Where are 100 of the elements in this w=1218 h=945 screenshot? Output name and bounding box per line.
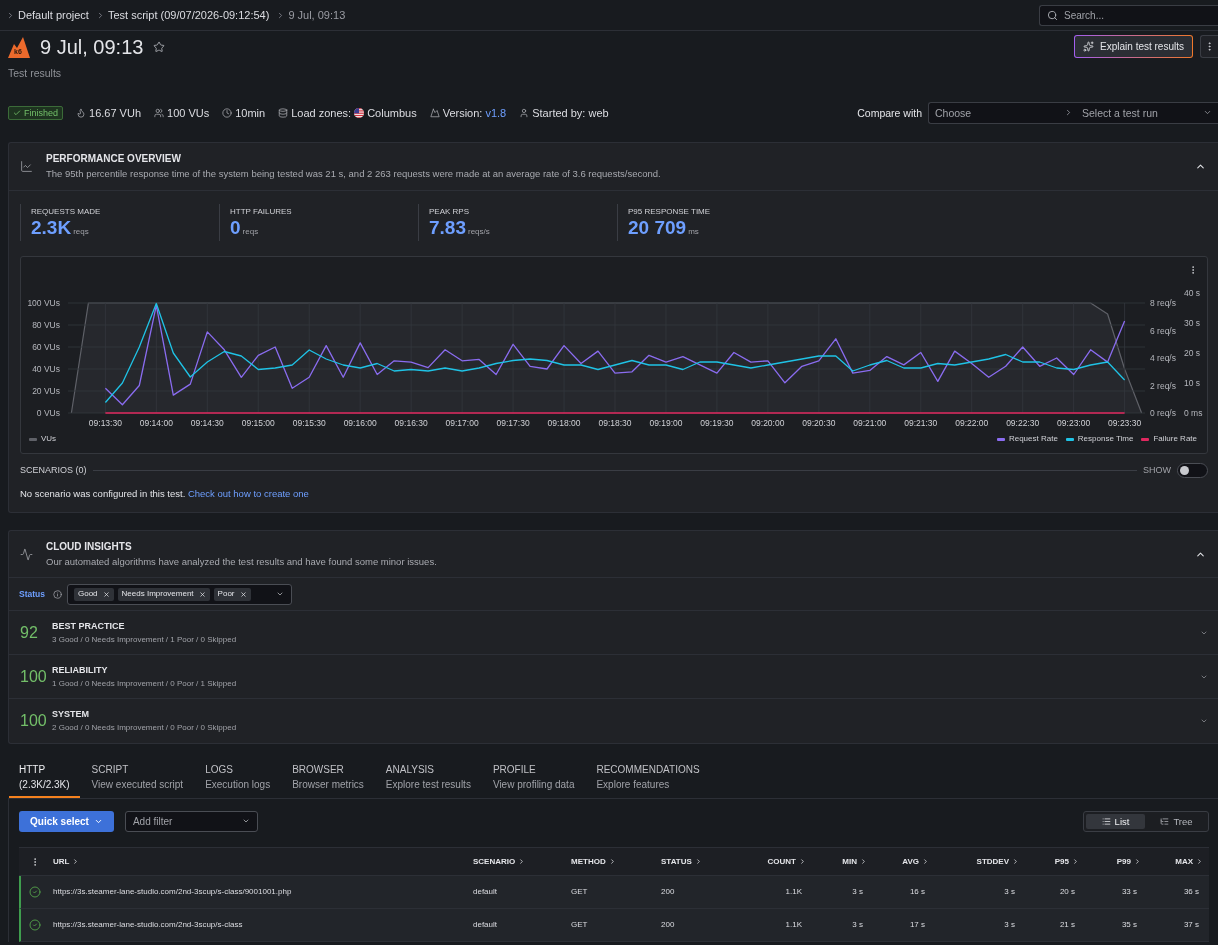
axis-tick-label: 09:17:00 xyxy=(445,418,479,428)
page-subtitle: Test results xyxy=(8,67,63,80)
tab[interactable]: ANALYSIS Explore test results xyxy=(375,750,481,798)
line-chart-icon xyxy=(20,160,33,173)
breadcrumb-link[interactable]: Test script (09/07/2026-09:12:54) xyxy=(107,8,270,22)
chevron-right-icon xyxy=(72,858,80,865)
table-cell: 1.1K xyxy=(785,887,802,897)
column-header[interactable]: STATUS xyxy=(661,854,702,869)
table-cell: default xyxy=(473,887,498,897)
project-select-field[interactable]: Choose xyxy=(928,102,1078,124)
table-cell: 1.1K xyxy=(785,920,802,930)
tab[interactable]: LOGS Execution logs xyxy=(195,750,281,798)
score: 100 xyxy=(20,712,48,730)
axis-tick-label: 09:20:30 xyxy=(802,418,836,428)
filter-field[interactable]: Add filter xyxy=(124,811,258,832)
table-cell: 37 s xyxy=(1183,920,1199,930)
mountain-icon xyxy=(429,108,440,118)
close-icon[interactable] xyxy=(239,590,247,598)
chevron-right-icon xyxy=(799,858,806,865)
stat-label: PEAK RPS xyxy=(429,207,470,217)
tab[interactable]: SCRIPT View executed script xyxy=(81,750,194,798)
legend-item[interactable]: VUs xyxy=(29,434,57,444)
axis-tick-label: 6 req/s xyxy=(1150,325,1176,336)
table-cell: default xyxy=(473,920,498,930)
axis-tick-label: 09:21:00 xyxy=(853,418,887,428)
meta-value: Started by: web xyxy=(532,106,609,120)
status-filter-field[interactable]: Good Needs Improvement Poor xyxy=(67,583,292,605)
version-link[interactable]: v1.8 xyxy=(485,106,507,120)
table-row[interactable]: https://3s.steamer-lane-studio.com/2nd-3scup/s-class/9001001.php default GET 200 1.1K 3 s 16 s 3 s 20 s 33 s 36 s xyxy=(19,876,1209,909)
table-cell: 3 s xyxy=(852,920,863,930)
axis-tick-label: 30 s xyxy=(1184,318,1201,328)
category-summary: 1 Good / 0 Needs Improvement / 0 Poor / 1 Skipped xyxy=(52,678,237,689)
view-option[interactable]: Tree xyxy=(1147,814,1206,829)
axis-tick-label: 2 req/s xyxy=(1150,380,1176,391)
stat-label: REQUESTS MADE xyxy=(31,207,102,217)
legend-item[interactable]: Response Time xyxy=(1065,434,1134,444)
tab[interactable]: BROWSER Browser metrics xyxy=(282,750,374,798)
test-run-select-field[interactable]: Select a test run xyxy=(1078,102,1218,124)
help-link[interactable]: Check out how to create one xyxy=(187,488,309,499)
axis-tick-label: 8 req/s xyxy=(1150,298,1176,308)
table-cell: 35 s xyxy=(1121,920,1137,930)
legend-item[interactable]: Failure Rate xyxy=(1141,434,1197,444)
meta-label: Load zones: xyxy=(291,106,352,120)
axis-tick-label: 09:20:00 xyxy=(751,418,785,428)
panel-description: The 95th percentile response time of the system being tested was 21 s, and 2 263 requests were made at an average rate of 3.6 requests/second. xyxy=(46,168,661,180)
axis-tick-label: 40 VUs xyxy=(32,364,60,374)
axis-tick-label: 100 VUs xyxy=(27,298,60,308)
table-cell: 20 s xyxy=(1059,887,1075,897)
axis-tick-label: 20 VUs xyxy=(32,386,60,396)
filter-chip[interactable]: Poor xyxy=(213,587,251,601)
table-cell: GET xyxy=(571,920,588,930)
axis-tick-label: 09:14:30 xyxy=(190,418,224,428)
breadcrumb-link[interactable]: Default project xyxy=(18,8,89,22)
meta-value: 100 VUs xyxy=(167,106,210,120)
axis-tick-label: 0 req/s xyxy=(1150,408,1176,418)
column-header[interactable]: P99 xyxy=(1116,854,1141,869)
column-header[interactable]: STDDEV xyxy=(976,854,1019,869)
stat-label: HTTP FAILURES xyxy=(230,207,293,217)
table-cell: 16 s xyxy=(909,887,925,897)
column-header[interactable]: MIN xyxy=(842,854,867,869)
close-icon[interactable] xyxy=(102,590,110,598)
check-icon xyxy=(13,109,21,117)
star-icon[interactable] xyxy=(153,41,166,53)
column-header[interactable]: URL xyxy=(53,854,80,869)
axis-tick-label: 09:14:00 xyxy=(139,418,173,428)
column-header[interactable]: AVG xyxy=(902,854,929,869)
chevron-right-icon xyxy=(694,858,702,865)
table-row[interactable]: https://3s.steamer-lane-studio.com/2nd-3scup/s-class default GET 200 1.1K 3 s 17 s 3 s 21 s 35 s 37 s xyxy=(19,909,1209,942)
chevron-down-icon xyxy=(93,817,103,826)
table-cell: 36 s xyxy=(1183,887,1199,897)
column-header[interactable]: MAX xyxy=(1175,854,1203,869)
column-header[interactable]: SCENARIO xyxy=(473,854,526,869)
meta-value: Columbus xyxy=(367,106,417,120)
tab[interactable]: HTTP (2.3K/2.3K) xyxy=(9,750,80,798)
axis-tick-label: 09:22:00 xyxy=(955,418,989,428)
search-field[interactable]: Search... xyxy=(1039,4,1218,26)
legend-item[interactable]: Request Rate xyxy=(996,434,1058,444)
show-toggle[interactable] xyxy=(1177,462,1208,478)
table-cell: 3 s xyxy=(1004,887,1015,897)
quick-select-button[interactable]: Quick select xyxy=(19,811,114,832)
chevron-right-icon xyxy=(1012,858,1019,865)
tree-icon xyxy=(1160,817,1170,826)
table-cell: 200 xyxy=(661,887,675,897)
filter-chip[interactable]: Good xyxy=(74,587,114,601)
chevron-down-icon[interactable] xyxy=(1200,717,1208,725)
database-icon xyxy=(278,108,289,118)
column-header[interactable]: METHOD xyxy=(571,854,616,869)
view-option[interactable]: List xyxy=(1086,814,1145,829)
close-icon[interactable] xyxy=(198,590,206,598)
table-cell: GET xyxy=(571,887,588,897)
column-header[interactable]: P95 xyxy=(1054,854,1079,869)
explain-button[interactable]: Explain test results xyxy=(1074,35,1193,58)
tab[interactable]: PROFILE View profiling data xyxy=(482,750,585,798)
stat-value: 0 xyxy=(230,217,241,238)
panel-title: CLOUD INSIGHTS xyxy=(46,540,133,553)
section-label: SCENARIOS (0) xyxy=(20,464,87,477)
tab[interactable]: RECOMMENDATIONS Explore features xyxy=(586,750,710,798)
filter-chip[interactable]: Needs Improvement xyxy=(117,587,210,601)
column-header[interactable]: COUNT xyxy=(767,854,806,869)
breadcrumb-link[interactable]: 9 Jul, 09:13 xyxy=(288,8,346,22)
